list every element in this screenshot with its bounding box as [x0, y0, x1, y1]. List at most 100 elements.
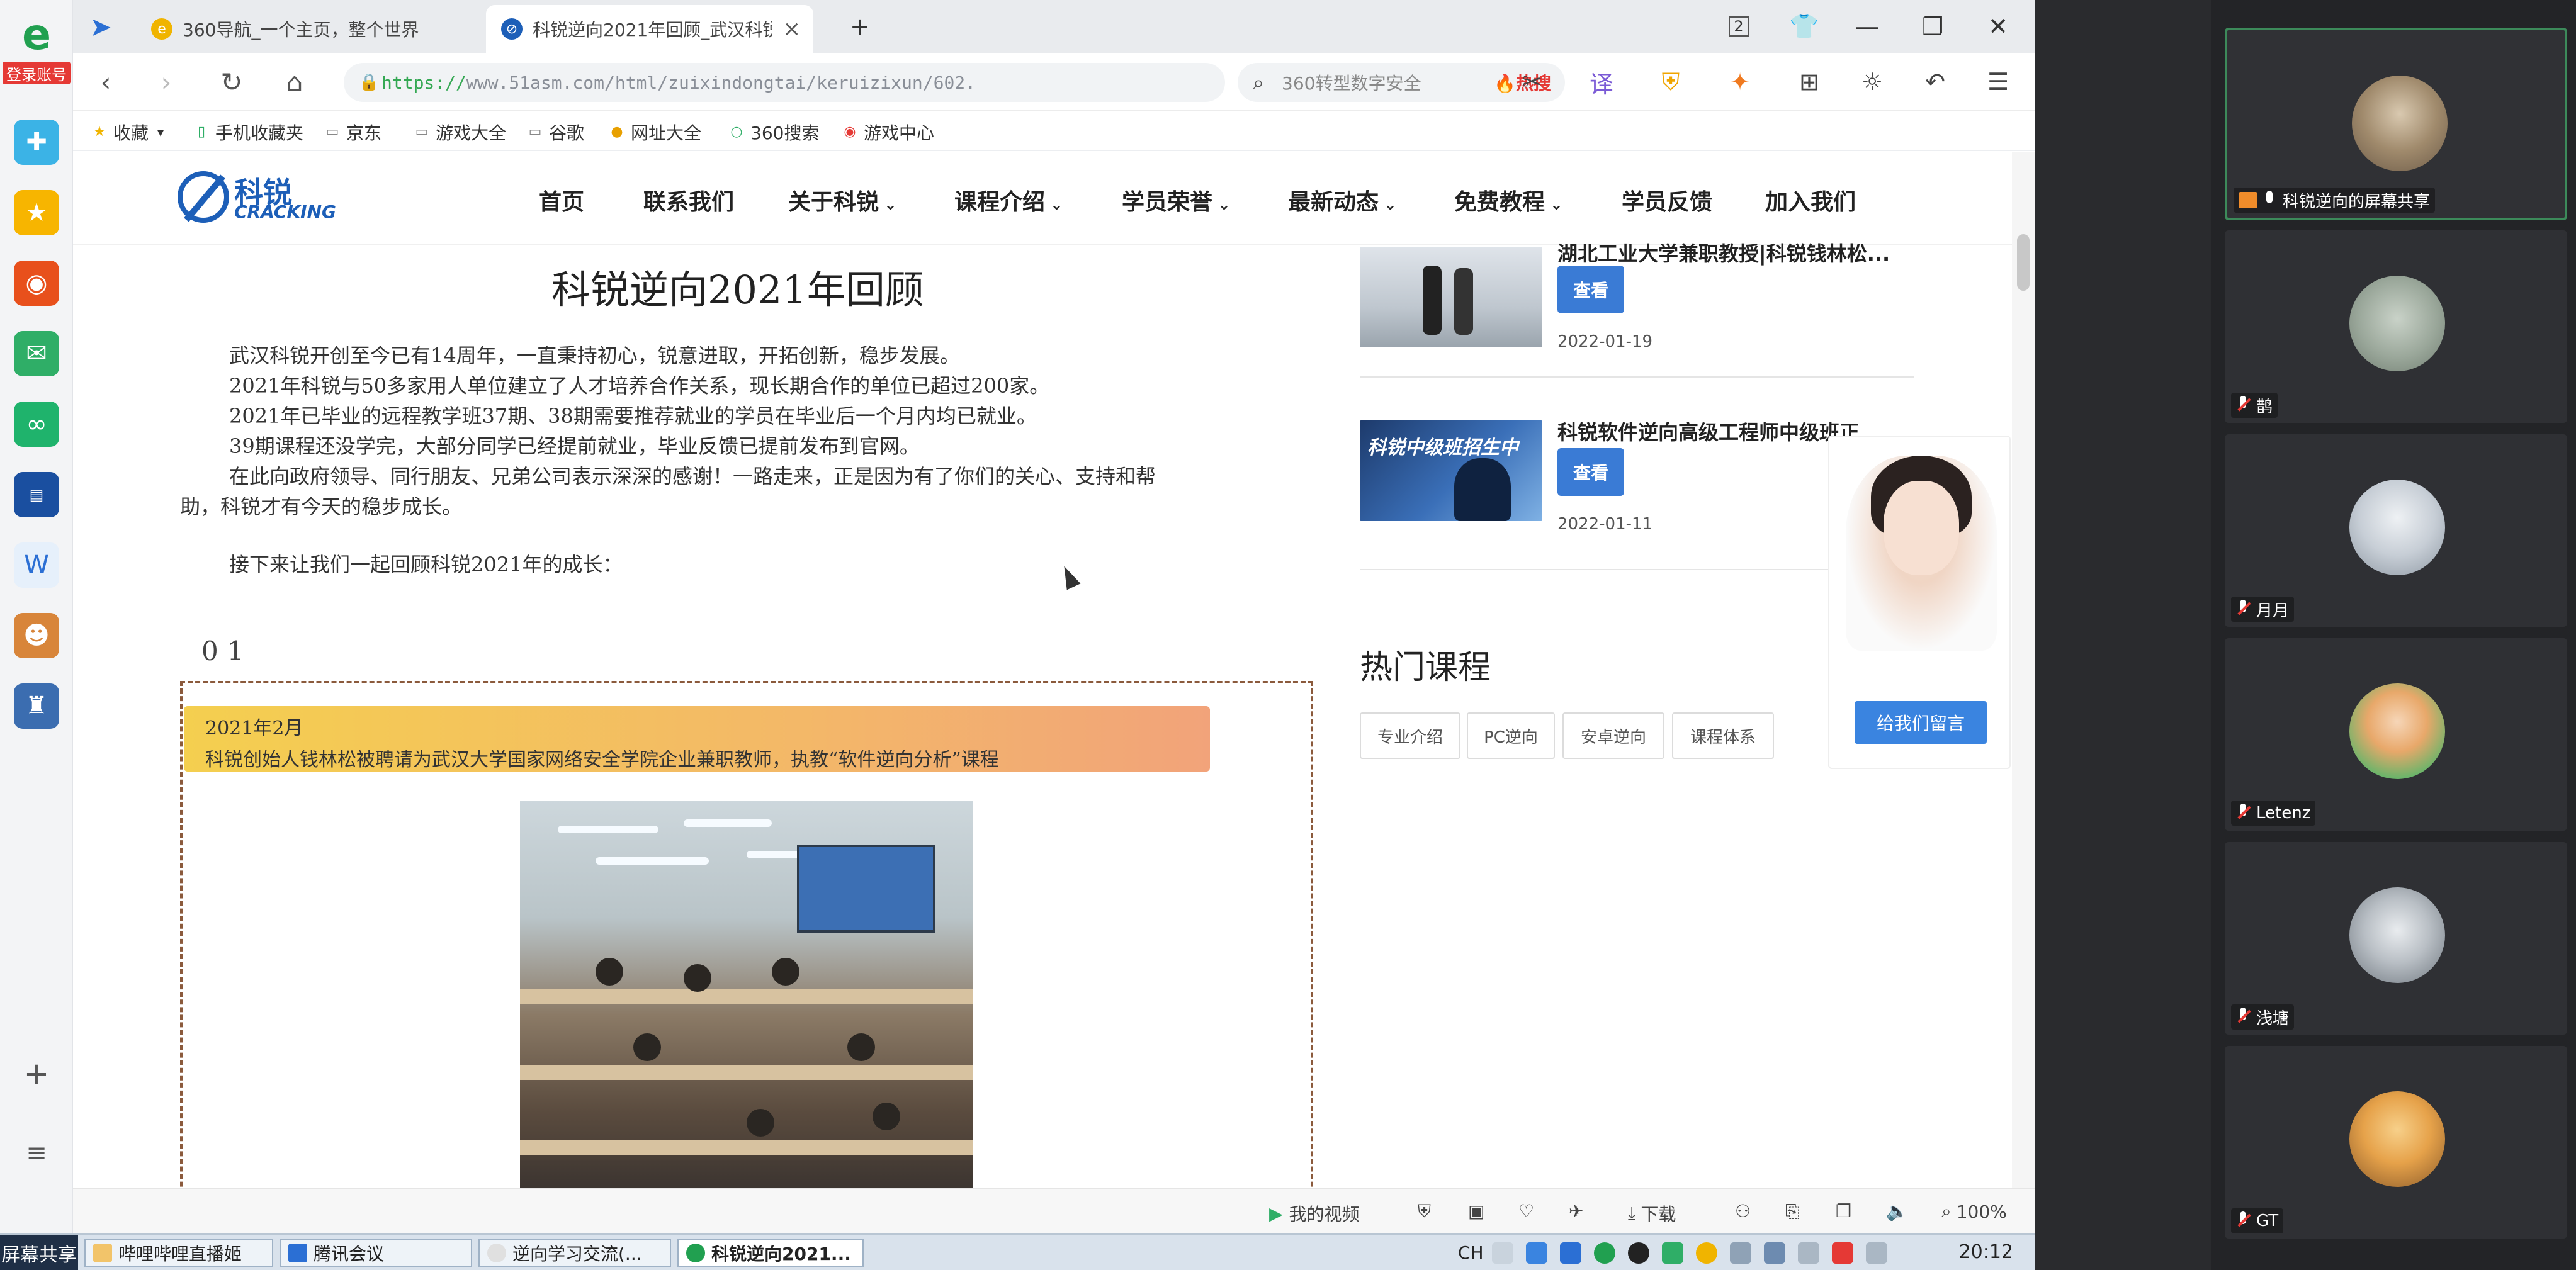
game-icon[interactable]: ✦	[1722, 67, 1758, 97]
sidebar-favorites-icon[interactable]: ★	[14, 190, 59, 235]
url-input[interactable]: 🔒 https:// www.51asm.com/html/zuixindong…	[344, 63, 1225, 102]
task-bilibili[interactable]: 哔哩哔哩直播姬	[84, 1239, 273, 1267]
apps-grid-icon[interactable]: ⊞	[1792, 67, 1827, 97]
task-reverse-group[interactable]: 逆向学习交流(...	[478, 1239, 671, 1267]
browser-logo-icon[interactable]: e	[14, 13, 59, 58]
sidebar-add-icon[interactable]: +	[14, 1051, 59, 1096]
brightness-icon[interactable]: ☼	[1855, 67, 1890, 97]
bookmark-favorites[interactable]: ★ 收藏 ▾	[91, 120, 164, 145]
leave-message-button[interactable]: 给我们留言	[1855, 701, 1987, 744]
menu-news[interactable]: 最新动态 ⌄	[1288, 184, 1396, 216]
network-tray-icon[interactable]	[1764, 1242, 1785, 1264]
sidebar-game-icon[interactable]: ☻	[14, 613, 59, 658]
monitor-tray-icon[interactable]	[1730, 1242, 1751, 1264]
screenshot-icon[interactable]: ⎘	[1785, 1201, 1799, 1222]
home-icon[interactable]: ⌂	[277, 64, 312, 99]
sidebar-app-icon[interactable]: ✚	[14, 120, 59, 165]
participant-tile[interactable]: GT	[2225, 1046, 2567, 1239]
bookmark-mobile[interactable]: ▯ 手机收藏夹	[193, 120, 303, 145]
view-news-button[interactable]: 查看	[1557, 266, 1624, 313]
bookmark-games[interactable]: ▭ 游戏大全	[413, 120, 506, 145]
tab-kerui-review[interactable]: ⊘ 科锐逆向2021年回顾_武汉科锐 ×	[486, 5, 813, 53]
menu-courses[interactable]: 课程介绍 ⌄	[954, 184, 1063, 216]
scrollbar-thumb[interactable]	[2017, 234, 2030, 291]
sidebar-news-icon[interactable]: ▤	[14, 472, 59, 517]
screen-share-label[interactable]: 屏幕共享	[0, 1235, 78, 1270]
participant-tile[interactable]: 浅塘	[2225, 842, 2567, 1035]
bookmark-game-center[interactable]: ◉ 游戏中心	[841, 120, 934, 145]
shield-status-icon[interactable]: ⛨	[1418, 1201, 1431, 1222]
bookmark-jd[interactable]: ▭ 京东	[324, 120, 381, 145]
sidebar-link-icon[interactable]: ∞	[14, 402, 59, 447]
image-icon[interactable]: ▣	[1468, 1201, 1484, 1222]
sidebar-weibo-icon[interactable]: ◉	[14, 261, 59, 306]
health-icon[interactable]: ♡	[1518, 1201, 1534, 1222]
participant-tile[interactable]: Letenz	[2225, 638, 2567, 831]
qq-tray-icon[interactable]	[1628, 1242, 1649, 1264]
security-tray-icon[interactable]	[1662, 1242, 1683, 1264]
maximize-icon[interactable]: ❐	[1914, 9, 1952, 44]
volume-icon[interactable]: 🔈	[1886, 1201, 1908, 1222]
login-badge[interactable]: 登录账号	[3, 62, 71, 84]
shield-icon[interactable]: ⛨	[1653, 67, 1688, 97]
scissors-icon[interactable]: ✂	[1515, 67, 1550, 97]
view-news-button[interactable]: 查看	[1557, 448, 1624, 496]
course-tag-intro[interactable]: 专业介绍	[1360, 712, 1460, 759]
system-clock[interactable]: 20:12	[1959, 1241, 2013, 1263]
page-scrollbar[interactable]	[2012, 152, 2035, 1188]
meeting-tray-icon[interactable]	[1560, 1242, 1581, 1264]
rocket-icon[interactable]: ✈	[1569, 1201, 1583, 1222]
sidebar-mail-icon[interactable]: ✉	[14, 331, 59, 376]
new-tab-icon[interactable]: +	[841, 9, 879, 44]
course-tag-system[interactable]: 课程体系	[1672, 712, 1774, 759]
navigate-icon[interactable]: ➤	[83, 9, 118, 44]
participant-tile[interactable]: 月月	[2225, 434, 2567, 627]
sidebar-menu-icon[interactable]: ≡	[14, 1130, 59, 1176]
bookmark-360search[interactable]: ○ 360搜索	[728, 120, 819, 145]
close-window-icon[interactable]: ✕	[1979, 9, 2017, 44]
news-title[interactable]: 湖北工业大学兼职教授|科锐钱林松...	[1557, 238, 1890, 267]
translate-icon[interactable]: 译	[1584, 67, 1619, 98]
participant-tile[interactable]: 鹊	[2225, 230, 2567, 423]
sidebar-game2-icon[interactable]: ♜	[14, 683, 59, 729]
browser-tray-icon[interactable]	[1594, 1242, 1615, 1264]
zoom-control[interactable]: ⌕ 100%	[1941, 1201, 2007, 1222]
site-logo[interactable]: 科锐 CRACKING	[178, 167, 336, 230]
menu-feedback[interactable]: 学员反馈	[1622, 184, 1712, 216]
tab-count-badge[interactable]: 2	[1720, 9, 1758, 44]
alert-tray-icon[interactable]	[1832, 1242, 1853, 1264]
app-tray-icon[interactable]	[1526, 1242, 1547, 1264]
my-video-button[interactable]: ▶ 我的视频	[1269, 1201, 1360, 1226]
printer-tray-icon[interactable]	[1798, 1242, 1819, 1264]
menu-honors[interactable]: 学员荣誉 ⌄	[1122, 184, 1230, 216]
news-image[interactable]	[1360, 247, 1542, 347]
incognito-icon[interactable]: ⚇	[1735, 1201, 1751, 1222]
menu-join[interactable]: 加入我们	[1765, 184, 1856, 216]
menu-tutorials[interactable]: 免费教程 ⌄	[1454, 184, 1562, 216]
keyboard-tray-icon[interactable]	[1492, 1242, 1513, 1264]
undo-icon[interactable]: ↶	[1918, 67, 1953, 97]
course-tag-pc[interactable]: PC逆向	[1467, 712, 1555, 759]
menu-home[interactable]: 首页	[539, 184, 584, 216]
bookmark-google[interactable]: ▭ 谷歌	[526, 120, 584, 145]
task-tencent-meeting[interactable]: 腾讯会议	[280, 1239, 472, 1267]
menu-about[interactable]: 关于科锐 ⌄	[788, 184, 896, 216]
course-tag-android[interactable]: 安卓逆向	[1562, 712, 1664, 759]
back-icon[interactable]: ‹	[88, 64, 123, 99]
task-browser[interactable]: 科锐逆向2021...	[677, 1239, 864, 1267]
close-tab-icon[interactable]: ×	[783, 16, 801, 42]
window-icon[interactable]: ❐	[1836, 1201, 1851, 1222]
sidebar-doc-icon[interactable]: W	[14, 542, 59, 588]
360-tray-icon[interactable]	[1696, 1242, 1717, 1264]
participant-tile[interactable]: 科锐逆向的屏幕共享	[2225, 28, 2567, 220]
skin-icon[interactable]: 👕	[1785, 9, 1823, 44]
bookmark-sites[interactable]: ● 网址大全	[608, 120, 701, 145]
news-image[interactable]: 科锐中级班招生中	[1360, 420, 1542, 521]
tab-360-nav[interactable]: e 360导航_一个主页，整个世界	[136, 5, 545, 53]
download-button[interactable]: ⤓ 下载	[1628, 1201, 1676, 1226]
menu-contact[interactable]: 联系我们	[643, 184, 734, 216]
volume-tray-icon[interactable]	[1866, 1242, 1887, 1264]
forward-icon[interactable]: ›	[149, 64, 184, 99]
news-title[interactable]: 科锐软件逆向高级工程师中级班正	[1557, 417, 1860, 446]
reload-icon[interactable]: ↻	[214, 64, 249, 99]
